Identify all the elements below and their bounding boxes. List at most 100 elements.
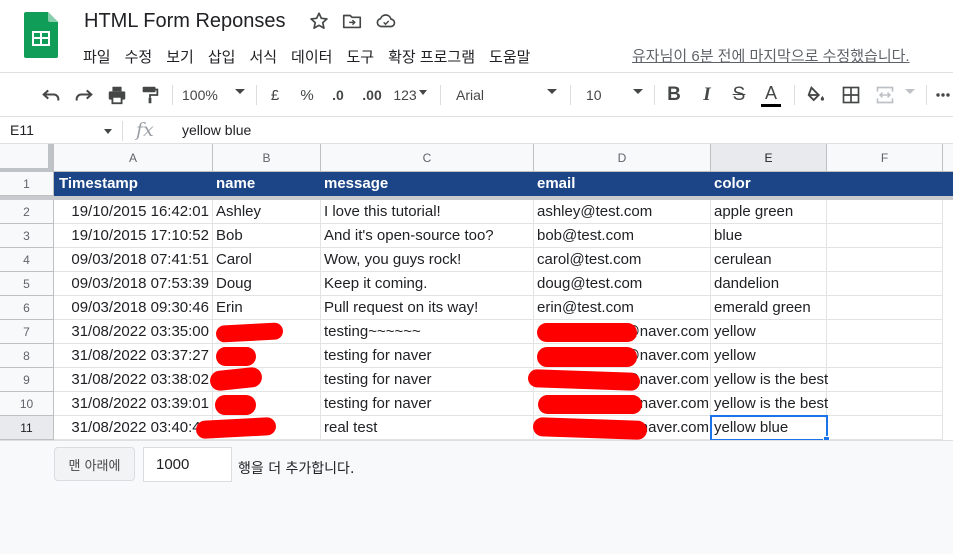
cell-name[interactable]: Erin [213, 296, 321, 320]
cell-color[interactable]: yellow is the best [711, 392, 828, 416]
more-formats-dropdown-icon[interactable] [419, 90, 427, 95]
merge-cells-icon[interactable] [873, 81, 897, 109]
cell-email[interactable]: doug@test.com [534, 272, 711, 296]
cell-timestamp[interactable]: 09/03/2018 07:41:51 [54, 248, 213, 272]
row-header[interactable]: 5 [0, 272, 54, 296]
move-folder-icon[interactable] [341, 10, 363, 32]
document-title[interactable]: HTML Form Reponses [84, 10, 286, 33]
header-cell-timestamp[interactable]: Timestamp [54, 172, 213, 196]
menu-extensions[interactable]: 확장 프로그램 [381, 44, 482, 69]
cell-timestamp[interactable]: 19/10/2015 17:10:52 [54, 224, 213, 248]
cell-name[interactable]: Doug [213, 272, 321, 296]
column-header-a[interactable]: A [54, 144, 213, 172]
cell-timestamp[interactable]: 09/03/2018 07:53:39 [54, 272, 213, 296]
menu-view[interactable]: 보기 [159, 44, 201, 69]
name-box-dropdown-icon[interactable] [104, 129, 112, 134]
cell-message[interactable]: Wow, you guys rock! [321, 248, 534, 272]
row-header[interactable]: 2 [0, 200, 54, 224]
cell-color[interactable]: emerald green [711, 296, 827, 320]
increase-decimal-button[interactable]: .00 [357, 81, 387, 109]
cell-timestamp[interactable]: 19/10/2015 16:42:01 [54, 200, 213, 224]
column-header-g[interactable] [943, 144, 953, 172]
cell-timestamp[interactable]: 31/08/2022 03:39:01 [54, 392, 213, 416]
add-rows-button[interactable]: 맨 아래에 [54, 447, 135, 481]
decrease-decimal-button[interactable]: .0 [326, 81, 350, 109]
star-icon[interactable] [308, 10, 330, 32]
row-header[interactable]: 9 [0, 368, 54, 392]
cell-message[interactable]: real test [321, 416, 534, 440]
cell-color[interactable]: dandelion [711, 272, 827, 296]
cell-email[interactable]: ashley@test.com [534, 200, 711, 224]
menu-help[interactable]: 도움말 [482, 44, 537, 69]
paint-format-icon[interactable] [137, 81, 163, 109]
cell-timestamp[interactable]: 31/08/2022 03:38:02 [54, 368, 213, 392]
cell-empty[interactable] [827, 416, 943, 440]
cell-color[interactable]: yellow [711, 320, 827, 344]
cell-timestamp[interactable]: 31/08/2022 03:37:27 [54, 344, 213, 368]
name-box[interactable]: E11 [10, 122, 34, 138]
cell-email[interactable]: bob@test.com [534, 224, 711, 248]
menu-format[interactable]: 서식 [242, 44, 284, 69]
header-cell-message[interactable]: message [321, 172, 534, 196]
cell-timestamp[interactable]: 31/08/2022 03:40:46 [54, 416, 213, 440]
cell-message[interactable]: testing for naver [321, 368, 534, 392]
cell-message[interactable]: testing for naver [321, 344, 534, 368]
bold-button[interactable]: B [662, 81, 686, 109]
cell-message[interactable]: Keep it coming. [321, 272, 534, 296]
font-size-dropdown-icon[interactable] [633, 89, 643, 94]
cell-color[interactable]: yellow is the best [711, 368, 828, 392]
menu-edit[interactable]: 수정 [118, 44, 160, 69]
row-header[interactable]: 4 [0, 248, 54, 272]
row-header[interactable]: 3 [0, 224, 54, 248]
cell-color[interactable]: blue [711, 224, 827, 248]
menu-data[interactable]: 데이터 [284, 44, 339, 69]
cloud-saved-icon[interactable] [375, 10, 397, 32]
italic-button[interactable]: I [695, 81, 719, 109]
zoom-select[interactable]: 100% [182, 81, 228, 109]
column-header-f[interactable]: F [827, 144, 943, 172]
cell-empty[interactable] [827, 296, 943, 320]
header-cell-email[interactable]: email [534, 172, 711, 196]
cell-empty[interactable] [827, 320, 943, 344]
sheets-logo-icon[interactable] [24, 12, 58, 58]
cell-message[interactable]: I love this tutorial! [321, 200, 534, 224]
cell-email[interactable]: carol@test.com [534, 248, 711, 272]
text-color-button[interactable]: A [759, 81, 783, 109]
cell-color[interactable]: yellow [711, 344, 827, 368]
cell-email[interactable]: erin@test.com [534, 296, 711, 320]
currency-format-button[interactable]: £ [266, 81, 284, 109]
cell-message[interactable]: testing~~~~~~ [321, 320, 534, 344]
cell-message[interactable]: And it's open-source too? [321, 224, 534, 248]
column-header-c[interactable]: C [321, 144, 534, 172]
fill-color-icon[interactable] [804, 81, 828, 109]
add-rows-count-input[interactable] [143, 447, 232, 482]
cell-empty[interactable] [827, 368, 943, 392]
cell-empty[interactable] [827, 272, 943, 296]
redo-icon[interactable] [71, 81, 97, 109]
cell-color[interactable]: cerulean [711, 248, 827, 272]
cell-color[interactable]: apple green [711, 200, 827, 224]
header-cell-name[interactable]: name [213, 172, 321, 196]
cell-name[interactable]: Carol [213, 248, 321, 272]
formula-input[interactable]: yellow blue [182, 122, 251, 138]
row-header[interactable]: 8 [0, 344, 54, 368]
font-size-select[interactable]: 10 [586, 81, 616, 109]
menu-tools[interactable]: 도구 [339, 44, 381, 69]
row-header-selected[interactable]: 11 [0, 416, 54, 440]
cell-empty[interactable] [827, 344, 943, 368]
column-header-b[interactable]: B [213, 144, 321, 172]
cell-name[interactable]: Bob [213, 224, 321, 248]
header-cell-color[interactable]: color [711, 172, 827, 196]
undo-icon[interactable] [38, 81, 64, 109]
row-header[interactable]: 10 [0, 392, 54, 416]
more-formats-button[interactable]: 123 [391, 81, 419, 109]
cell-empty[interactable] [827, 392, 943, 416]
row-header-1[interactable]: 1 [0, 172, 54, 196]
cell-empty[interactable] [827, 200, 943, 224]
select-all-corner[interactable] [0, 144, 54, 172]
zoom-dropdown-icon[interactable] [235, 89, 245, 94]
cell-message[interactable]: testing for naver [321, 392, 534, 416]
strikethrough-button[interactable]: S [727, 81, 751, 109]
borders-icon[interactable] [839, 81, 863, 109]
row-header[interactable]: 7 [0, 320, 54, 344]
